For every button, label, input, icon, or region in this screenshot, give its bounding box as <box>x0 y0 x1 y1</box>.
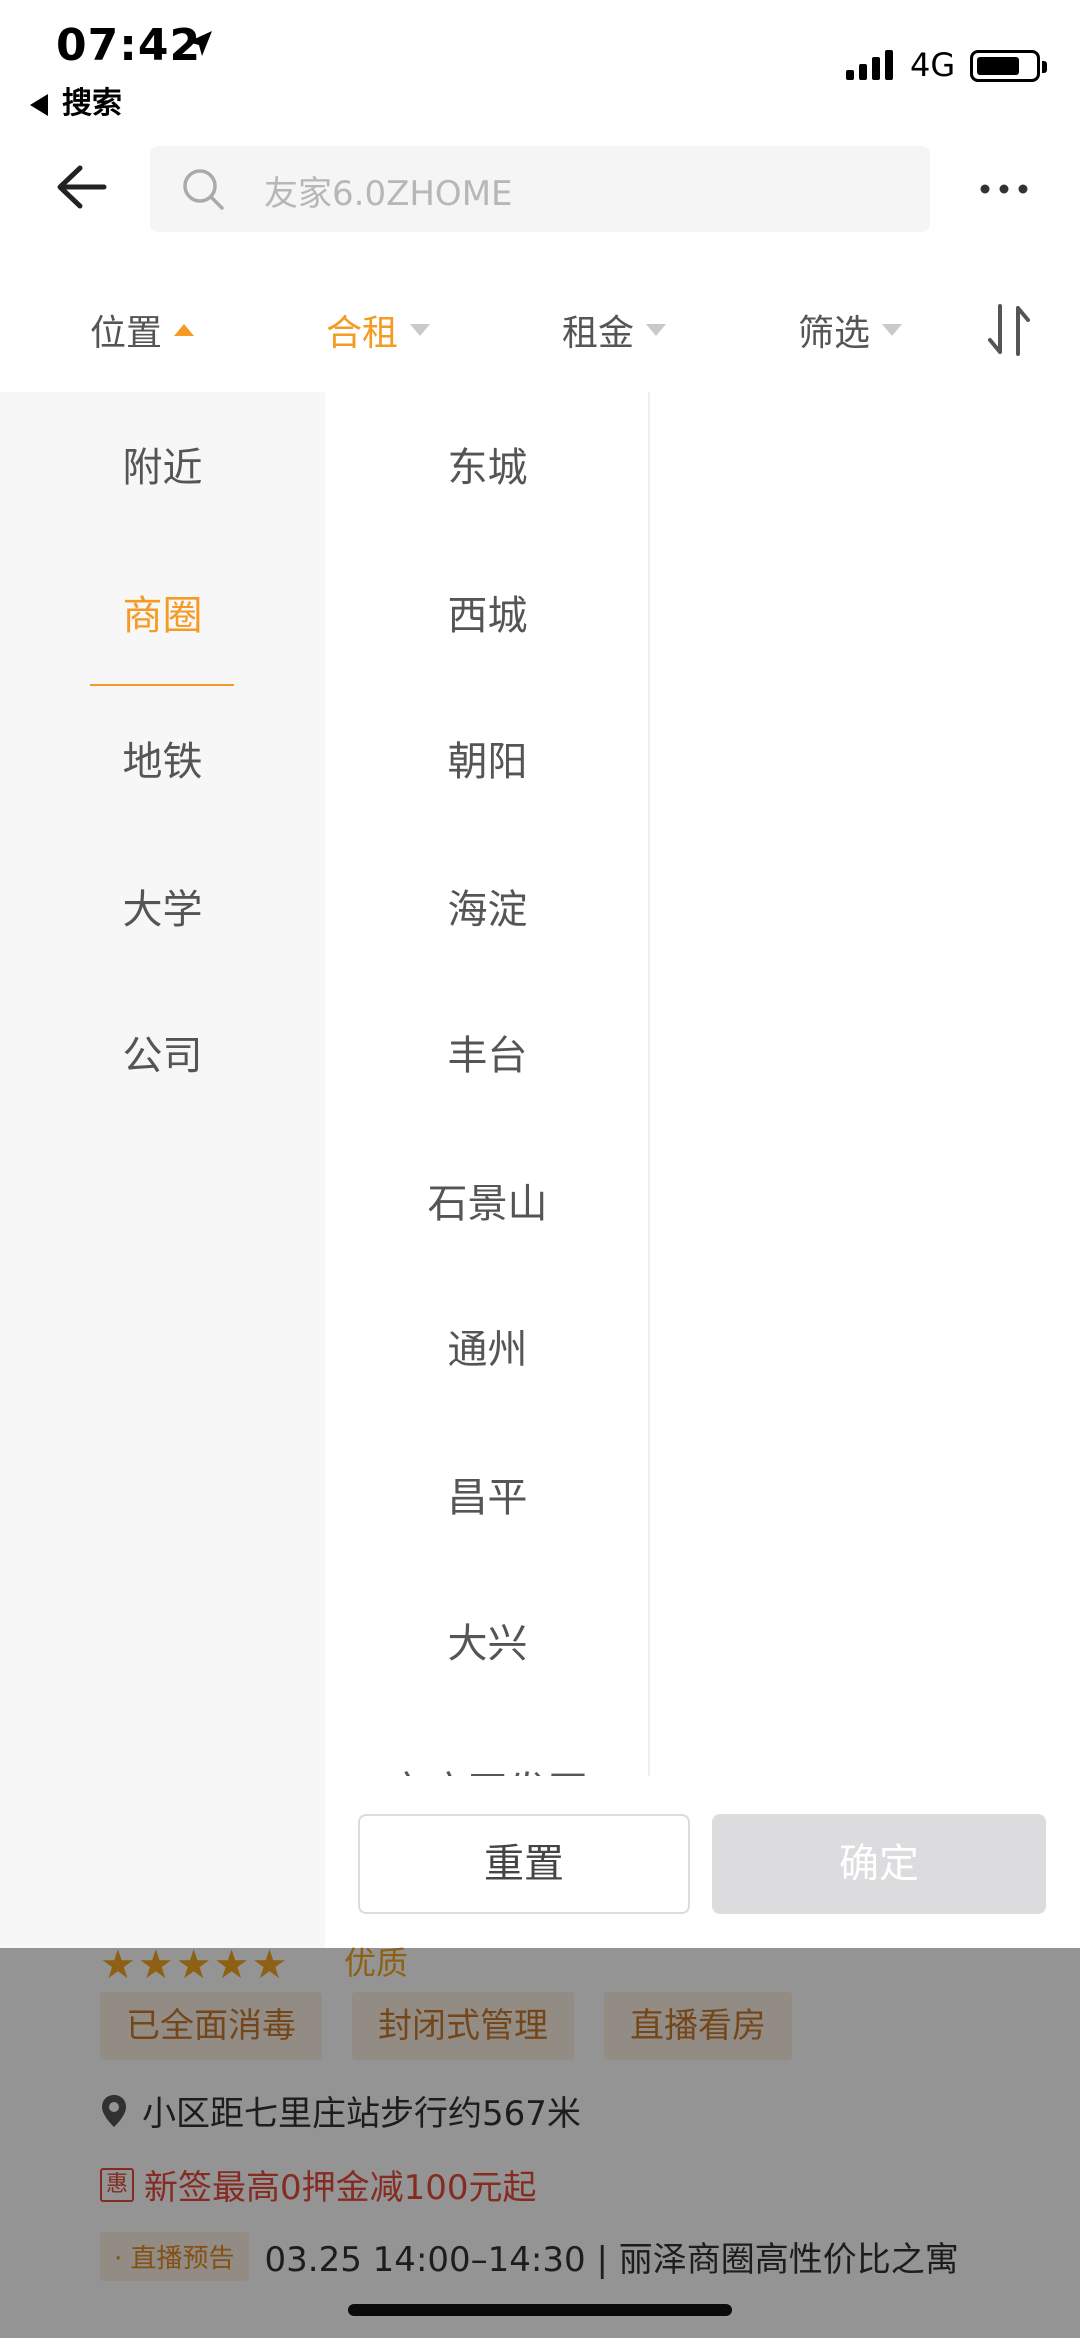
confirm-button[interactable]: 确定 <box>712 1814 1046 1914</box>
tab-rent[interactable]: 租金 <box>562 300 667 360</box>
live-preview-line: · 直播预告 03.25 14:00–14:30 | 丽泽商圈高性价比之寓 <box>100 2232 959 2281</box>
district-item[interactable]: 朝阳 <box>325 722 650 802</box>
rating-stars-icon: ★★★★★ <box>100 1942 290 1988</box>
live-text: 03.25 14:00–14:30 | 丽泽商圈高性价比之寓 <box>264 2240 959 2280</box>
caret-down-icon <box>646 324 667 336</box>
district-item[interactable]: 丰台 <box>325 1016 650 1096</box>
district-item[interactable]: 西城 <box>325 576 650 656</box>
caret-down-icon <box>882 324 903 336</box>
tab-rent-label: 租金 <box>562 313 635 354</box>
tab-filter-label: 筛选 <box>798 313 871 354</box>
location-type-university[interactable]: 大学 <box>0 870 325 950</box>
live-badge: · 直播预告 <box>100 2232 249 2281</box>
more-icon[interactable] <box>980 184 1028 194</box>
district-item[interactable]: 东城 <box>325 428 650 508</box>
listing-tag: 封闭式管理 <box>352 1992 574 2060</box>
location-type-business-area[interactable]: 商圈 <box>0 576 325 656</box>
back-arrow-icon[interactable] <box>54 160 108 214</box>
tab-location[interactable]: 位置 <box>90 300 195 360</box>
sort-icon[interactable] <box>986 300 1032 360</box>
rating-label: 优质 <box>344 1944 409 1982</box>
signal-icon <box>846 50 893 80</box>
discount-icon: 惠 <box>100 2167 134 2202</box>
reset-button[interactable]: 重置 <box>358 1814 690 1914</box>
promo-text: 新签最高0押金减100元起 <box>144 2168 537 2208</box>
district-item[interactable]: 通州 <box>325 1310 650 1390</box>
location-type-subway[interactable]: 地铁 <box>0 722 325 802</box>
location-dropdown: 附近 商圈 地铁 大学 公司 东城 西城 朝阳 海淀 丰台 石景山 通州 昌平 … <box>0 392 1080 1948</box>
search-icon <box>183 169 224 210</box>
column-divider <box>648 392 650 1776</box>
network-type: 4G <box>910 46 956 84</box>
tab-location-label: 位置 <box>90 313 163 354</box>
status-time: 07:42 <box>56 20 202 71</box>
listing-tag: 已全面消毒 <box>100 1992 322 2060</box>
tab-shared-rent[interactable]: 合租 <box>326 300 431 360</box>
district-item[interactable]: 亦庄开发区 <box>325 1752 650 1776</box>
promo-line: 惠 新签最高0押金减100元起 <box>100 2160 537 2209</box>
tab-shared-rent-label: 合租 <box>326 313 399 354</box>
filter-tabs: 位置 合租 租金 筛选 <box>0 280 1080 392</box>
location-note: 小区距七里庄站步行约567米 <box>100 2086 581 2135</box>
location-arrow-icon <box>188 31 212 56</box>
status-bar: 07:42 搜索 4G <box>0 0 1080 140</box>
caret-down-icon <box>410 324 431 336</box>
search-input[interactable]: 友家6.0ZHOME <box>150 146 930 232</box>
location-type-company[interactable]: 公司 <box>0 1016 325 1096</box>
map-pin-icon <box>102 2094 126 2127</box>
location-type-nearby[interactable]: 附近 <box>0 428 325 508</box>
location-note-text: 小区距七里庄站步行约567米 <box>142 2094 581 2134</box>
tab-filter[interactable]: 筛选 <box>798 300 903 360</box>
district-item[interactable]: 海淀 <box>325 870 650 950</box>
battery-icon <box>970 50 1047 82</box>
district-item[interactable]: 石景山 <box>325 1164 650 1244</box>
district-item[interactable]: 昌平 <box>325 1458 650 1538</box>
back-to-app-button[interactable]: 搜索 <box>30 78 122 122</box>
location-type-column: 附近 商圈 地铁 大学 公司 <box>0 392 325 1948</box>
home-indicator[interactable] <box>348 2304 732 2316</box>
district-item[interactable]: 大兴 <box>325 1604 650 1684</box>
search-placeholder: 友家6.0ZHOME <box>264 174 513 214</box>
listing-tag: 直播看房 <box>604 1992 792 2060</box>
caret-up-icon <box>174 324 195 336</box>
district-column[interactable]: 东城 西城 朝阳 海淀 丰台 石景山 通州 昌平 大兴 亦庄开发区 <box>325 392 650 1776</box>
active-underline <box>90 684 234 686</box>
back-app-label: 搜索 <box>62 86 122 121</box>
back-triangle-icon <box>30 93 48 116</box>
